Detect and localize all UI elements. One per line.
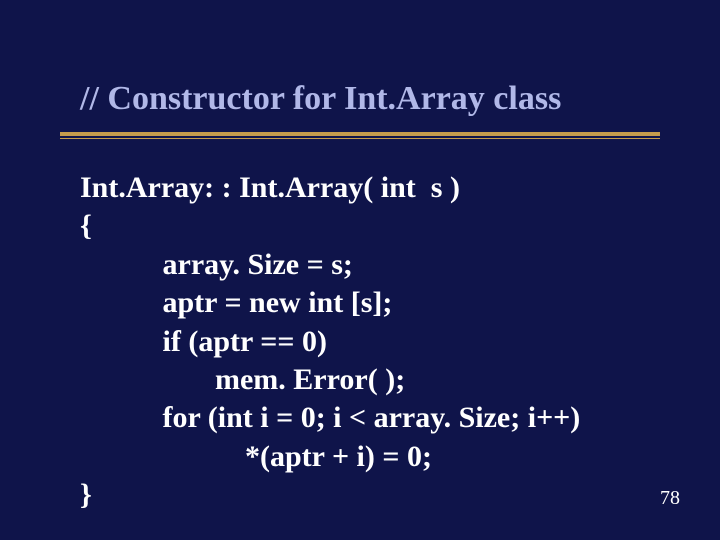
code-block: Int.Array: : Int.Array( int s ) { array.…	[0, 139, 720, 515]
title-underline-thick	[60, 132, 660, 136]
code-line-8: *(aptr + i) = 0;	[80, 440, 432, 473]
code-line-1: Int.Array: : Int.Array( int s )	[80, 171, 460, 204]
code-line-2: {	[80, 209, 92, 242]
code-line-5: if (aptr == 0)	[80, 325, 327, 358]
slide: // Constructor for Int.Array class Int.A…	[0, 0, 720, 540]
code-line-6: mem. Error( );	[80, 363, 405, 396]
code-line-4: aptr = new int [s];	[80, 286, 392, 319]
code-line-9: }	[80, 478, 92, 511]
page-number: 78	[660, 487, 680, 510]
slide-title: // Constructor for Int.Array class	[0, 0, 720, 126]
code-line-7: for (int i = 0; i < array. Size; i++)	[80, 401, 580, 434]
code-line-3: array. Size = s;	[80, 248, 353, 281]
